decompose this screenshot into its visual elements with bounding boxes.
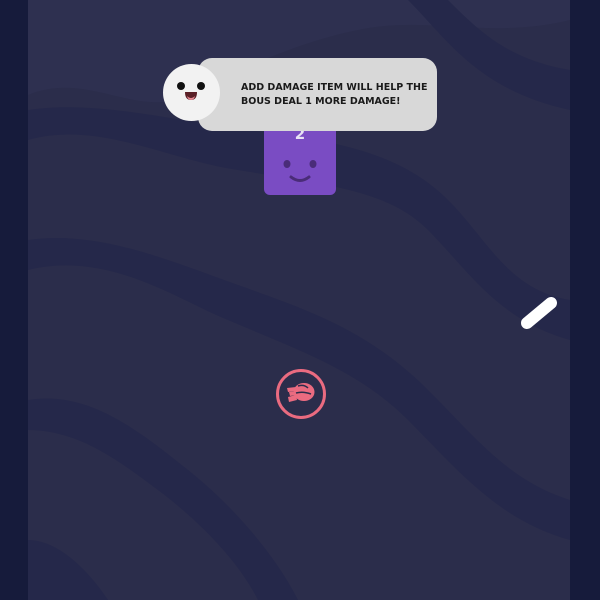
- paddle[interactable]: [518, 292, 560, 334]
- left-wall: [0, 0, 28, 600]
- ball-launcher[interactable]: [274, 367, 328, 421]
- tutorial-tooltip[interactable]: ADD DAMAGE ITEM WILL HELP THE BOUS DEAL …: [198, 58, 437, 131]
- enemy-block: 2: [264, 122, 336, 195]
- right-wall: [570, 0, 600, 600]
- smiling-face-icon: [163, 64, 220, 121]
- tutorial-message: ADD DAMAGE ITEM WILL HELP THE BOUS DEAL …: [241, 82, 428, 107]
